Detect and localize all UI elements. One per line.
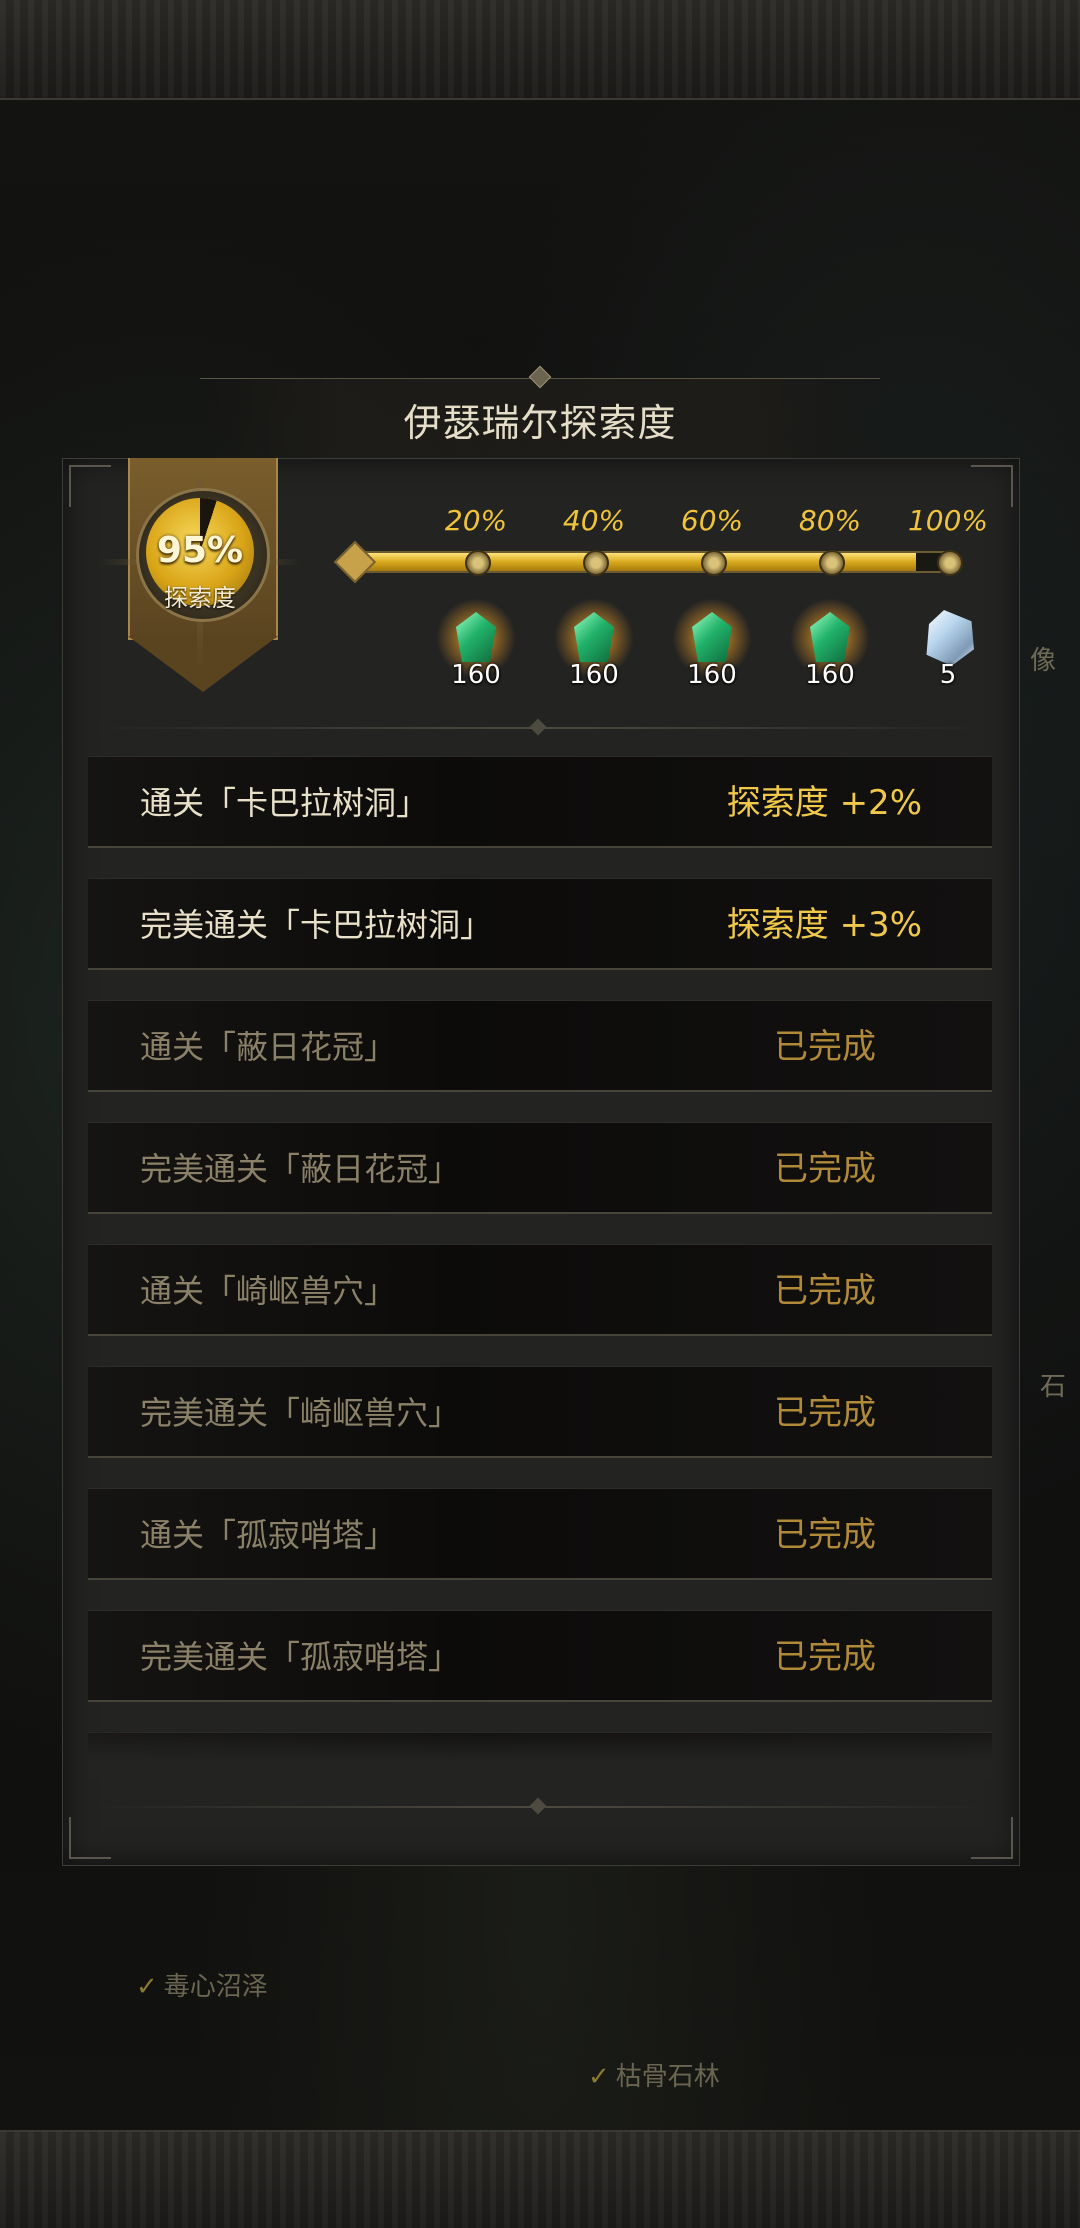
milestone-node xyxy=(583,550,609,576)
corner-ornament xyxy=(971,1817,1013,1859)
top-frame xyxy=(0,0,1080,100)
task-completed-status: 已完成 xyxy=(774,1515,876,1555)
task-completed-status: 已完成 xyxy=(774,1271,876,1311)
map-location-right-b: 石 xyxy=(1040,1372,1067,1402)
milestone-label: 100% xyxy=(907,504,989,537)
task-row[interactable]: 通关「卡巴拉树洞」 探索度 +2% xyxy=(88,756,992,848)
milestone-label: 80% xyxy=(798,504,862,537)
milestone-label: 60% xyxy=(680,504,744,537)
task-row[interactable]: 通关「孤寂哨塔」 已完成 xyxy=(88,1488,992,1580)
crystal-icon xyxy=(926,610,974,666)
task-completed-status: 已完成 xyxy=(774,1393,876,1433)
map-location-bottom-label: 枯骨石林 xyxy=(615,2062,720,2092)
map-location-right-a: 像 xyxy=(1030,646,1057,676)
map-location-left: ✓ 毒心沼泽 xyxy=(136,1966,268,2003)
task-reward-status: 探索度 +2% xyxy=(726,783,922,823)
corner-ornament xyxy=(69,465,111,507)
task-list[interactable]: 通关「卡巴拉树洞」 探索度 +2% 完美通关「卡巴拉树洞」 探索度 +3% 通关「蔽日花… xyxy=(88,756,992,1774)
task-completed-status: 已完成 xyxy=(774,1149,876,1189)
panel-title: 伊瑟瑞尔探索度 xyxy=(403,400,677,445)
task-name: 完美通关「崎岖兽穴」 xyxy=(140,1394,461,1432)
banner-tip xyxy=(128,636,278,692)
exploration-label: 探索度 xyxy=(164,584,236,612)
milestone-label: 20% xyxy=(444,504,508,537)
exploration-percent: 95% xyxy=(156,530,244,571)
exploration-progress-bar xyxy=(352,551,948,573)
reward-count: 160 xyxy=(805,660,855,690)
milestone-node xyxy=(465,550,491,576)
task-name: 通关「蔽日花冠」 xyxy=(140,1028,397,1066)
task-row[interactable]: 通关「蔽日花冠」 已完成 xyxy=(88,1000,992,1092)
reward-count: 160 xyxy=(451,660,501,690)
milestone-node xyxy=(701,550,727,576)
task-name: 通关「崎岖兽穴」 xyxy=(140,1272,397,1310)
reward-count: 160 xyxy=(687,660,737,690)
bottom-frame xyxy=(0,2130,1080,2228)
list-fade xyxy=(88,1720,992,1778)
task-name: 完美通关「孤寂哨塔」 xyxy=(140,1638,461,1676)
task-name: 完美通关「卡巴拉树洞」 xyxy=(140,906,493,944)
task-row[interactable]: 完美通关「崎岖兽穴」 已完成 xyxy=(88,1366,992,1458)
milestone-node xyxy=(819,550,845,576)
task-reward-status: 探索度 +3% xyxy=(726,905,922,945)
task-row[interactable]: 完美通关「蔽日花冠」 已完成 xyxy=(88,1122,992,1214)
panel-title-bar: 伊瑟瑞尔探索度 xyxy=(200,365,880,459)
task-name: 通关「卡巴拉树洞」 xyxy=(140,784,429,822)
task-name: 通关「孤寂哨塔」 xyxy=(140,1516,397,1554)
task-row[interactable]: 通关「崎岖兽穴」 已完成 xyxy=(88,1244,992,1336)
corner-ornament xyxy=(69,1817,111,1859)
task-completed-status: 已完成 xyxy=(774,1027,876,1067)
reward-count: 5 xyxy=(939,660,957,690)
task-row[interactable]: 完美通关「卡巴拉树洞」 探索度 +3% xyxy=(88,878,992,970)
task-completed-status: 已完成 xyxy=(774,1637,876,1677)
task-name: 完美通关「蔽日花冠」 xyxy=(140,1150,461,1188)
check-icon: ✓ xyxy=(136,1972,158,2002)
milestone-node xyxy=(937,550,963,576)
corner-ornament xyxy=(971,465,1013,507)
reward-count: 160 xyxy=(569,660,619,690)
map-location-bottom: ✓ 枯骨石林 xyxy=(588,2056,720,2093)
map-location-left-label: 毒心沼泽 xyxy=(163,1972,268,2002)
milestone-label: 40% xyxy=(562,504,626,537)
task-row[interactable]: 完美通关「孤寂哨塔」 已完成 xyxy=(88,1610,992,1702)
check-icon: ✓ xyxy=(588,2062,610,2092)
